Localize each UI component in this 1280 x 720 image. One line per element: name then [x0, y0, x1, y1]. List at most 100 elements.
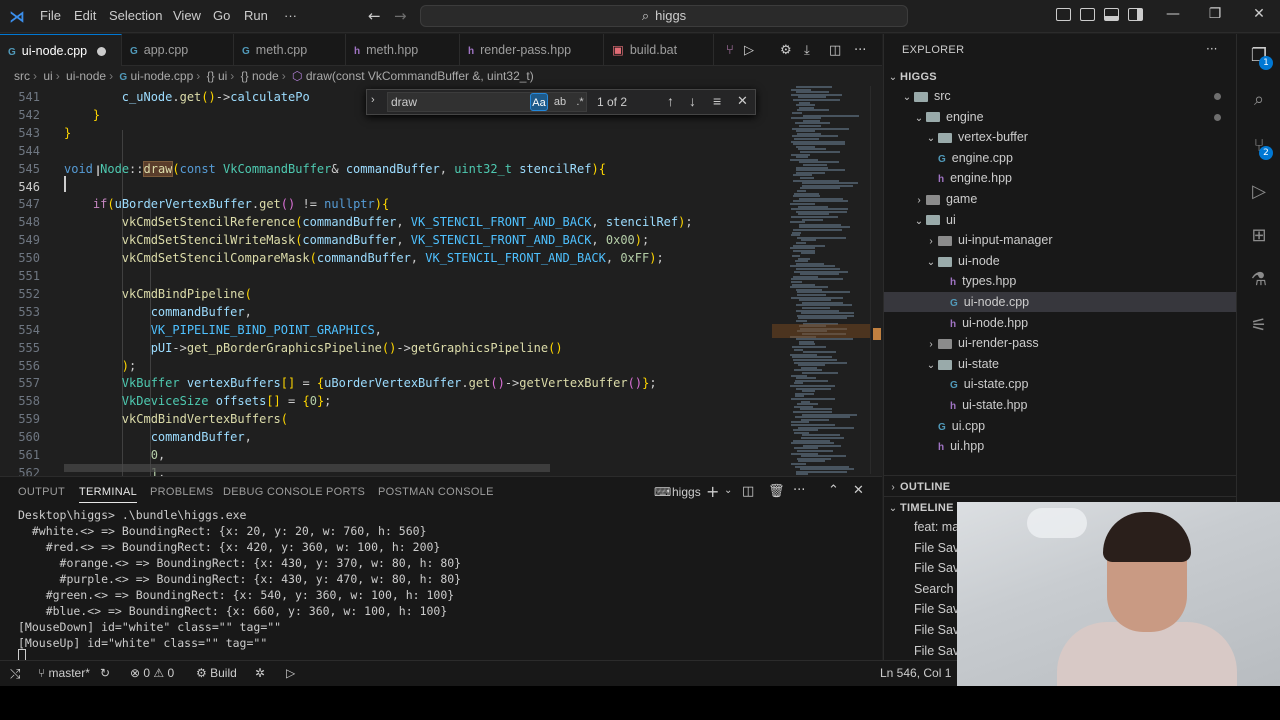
tab-ports[interactable]: PORTS [326, 486, 365, 498]
extensions-icon[interactable]: ⊞ [1247, 224, 1271, 248]
tree-item[interactable]: ⌄ engine [884, 107, 1237, 127]
next-match-icon[interactable]: ↓ [689, 93, 696, 109]
code-line[interactable]: 561 0, [0, 446, 770, 464]
tree-item[interactable]: ⌄ ui-state [884, 354, 1237, 374]
outline-section[interactable]: › OUTLINE [884, 475, 1237, 495]
tab-build-bat[interactable]: ▣ build.bat [604, 34, 714, 66]
find-in-selection-icon[interactable]: ≡ [713, 93, 721, 109]
tab-meth-hpp[interactable]: h meth.hpp [346, 34, 460, 66]
tree-item[interactable]: Gui-node.cpp [884, 292, 1237, 312]
cursor-position[interactable]: Ln 546, Col 1 [880, 666, 951, 680]
chevron-down-icon[interactable]: ⌄ [724, 485, 732, 496]
timeline-item[interactable]: File Save [884, 558, 966, 578]
terminal-name[interactable]: higgs [672, 485, 701, 499]
more-actions-icon[interactable]: ··· [1206, 42, 1217, 56]
timeline-item[interactable]: File Save [884, 641, 966, 661]
remote-icon[interactable]: ⤭ [10, 666, 20, 682]
code-line[interactable]: 546 [0, 178, 770, 196]
horizontal-scrollbar[interactable] [64, 464, 550, 472]
match-case-toggle[interactable]: Aa [530, 93, 548, 111]
tree-item[interactable]: ⌄ ui [884, 210, 1237, 230]
tree-item[interactable]: ⌄ src [884, 86, 1237, 106]
code-line[interactable]: 552 vkCmdBindPipeline( [0, 285, 770, 303]
tab-app-cpp[interactable]: Gapp.cpp [122, 34, 234, 66]
tree-item[interactable]: ⌄ vertex-buffer [884, 127, 1237, 147]
code-line[interactable]: 547 if(uBorderVertexBuffer.get() != null… [0, 195, 770, 213]
explorer-icon[interactable]: ❐ 1 [1247, 44, 1273, 70]
tree-item[interactable]: Gengine.cpp [884, 148, 1237, 168]
tab-postman-console[interactable]: POSTMAN CONSOLE [378, 486, 494, 498]
compare-icon[interactable]: ⑂ [726, 43, 734, 58]
menu-run[interactable]: Run [244, 8, 268, 23]
match-word-toggle[interactable]: ab [551, 93, 569, 111]
more-actions-icon[interactable]: ··· [793, 483, 805, 498]
tab-terminal[interactable]: TERMINAL [79, 486, 138, 503]
menu-go[interactable]: Go [213, 8, 230, 23]
tree-item[interactable]: Gui.cpp [884, 416, 1237, 436]
tree-item[interactable]: ⌄ ui-node [884, 251, 1237, 271]
toggle-panel-icon[interactable] [1104, 8, 1119, 21]
breadcrumb-item[interactable]: ui-node.cpp [131, 69, 194, 83]
tree-item[interactable]: h ui-state.hpp [884, 395, 1237, 415]
debug-icon[interactable]: ✲ [255, 666, 265, 680]
code-line[interactable]: 550 vkCmdSetStencilCompareMask(commandBu… [0, 249, 770, 267]
run-icon[interactable]: ▷ [286, 666, 295, 680]
minimap[interactable] [786, 86, 870, 476]
tab-render-pass-hpp[interactable]: h render-pass.hpp [460, 34, 604, 66]
timeline-item[interactable]: File Save [884, 538, 966, 558]
run-dropdown-icon[interactable]: ▷ [744, 43, 754, 58]
maximize-panel-icon[interactable]: ⌃ [828, 483, 839, 498]
chevron-right-icon[interactable]: › [371, 94, 375, 106]
menu-more[interactable]: ··· [284, 8, 297, 23]
code-line[interactable]: 548 vkCmdSetStencilReference(commandBuff… [0, 213, 770, 231]
download-icon[interactable]: ⤓ [804, 43, 810, 58]
tree-item[interactable]: › ui-input-manager [884, 230, 1237, 250]
code-line[interactable]: 558 VkDeviceSize offsets[] = {0}; [0, 392, 770, 410]
timeline-item[interactable]: File Save [884, 620, 966, 640]
breadcrumb-item[interactable]: src [14, 69, 30, 83]
tree-item[interactable]: Gui-state.cpp [884, 374, 1237, 394]
code-line[interactable]: 544 [0, 142, 770, 160]
toggle-primary-sidebar-icon[interactable] [1056, 8, 1071, 21]
back-arrow-icon[interactable]: ← [368, 7, 381, 25]
run-debug-icon[interactable]: ▷ [1247, 180, 1271, 204]
toggle-secondary-sidebar-icon[interactable] [1128, 8, 1143, 21]
code-line[interactable]: 556 ); [0, 357, 770, 375]
timeline-item[interactable]: Search a [884, 579, 964, 599]
workspace-root[interactable]: ⌄ HIGGS [884, 66, 1237, 86]
problems-indicator[interactable]: ⊗ 0 ⚠ 0 [130, 666, 174, 680]
code-line[interactable]: 557 VkBuffer vertexBuffers[] = {uBorderV… [0, 374, 770, 392]
tree-item[interactable]: › game [884, 189, 1237, 209]
code-line[interactable]: 553 commandBuffer, [0, 303, 770, 321]
previous-match-icon[interactable]: ↑ [667, 93, 674, 109]
postman-icon[interactable]: ⚟ [1247, 314, 1271, 338]
unsaved-dot-icon[interactable] [97, 47, 107, 57]
breadcrumb-item[interactable]: draw(const VkCommandBuffer &, uint32_t) [306, 69, 534, 83]
regex-toggle[interactable]: .* [571, 93, 589, 111]
tab-problems[interactable]: PROBLEMS [150, 486, 214, 498]
menu-edit[interactable]: Edit [74, 8, 96, 23]
code-line[interactable]: 554 VK_PIPELINE_BIND_POINT_GRAPHICS, [0, 321, 770, 339]
code-line[interactable]: 555 pUI->get_pBorderGraphicsPipeline()->… [0, 339, 770, 357]
sync-icon[interactable]: ↻ [100, 666, 110, 680]
code-line[interactable]: 545 void Node::draw(const VkCommandBuffer… [0, 160, 770, 178]
menu-view[interactable]: View [173, 8, 201, 23]
timeline-item[interactable]: feat: ma [884, 517, 959, 537]
build-button[interactable]: ⚙ Build [196, 666, 237, 680]
tab-output[interactable]: OUTPUT [18, 486, 65, 498]
menu-file[interactable]: File [40, 8, 61, 23]
tree-item[interactable]: h types.hpp [884, 271, 1237, 291]
split-editor-icon[interactable]: ◫ [829, 43, 841, 58]
command-center-search[interactable]: ⌕ higgs [420, 5, 908, 27]
code-editor[interactable]: I 541 c_uNode.get()->calculatePo 542 } 543… [0, 86, 882, 476]
gear-icon[interactable]: ⚙ [780, 43, 792, 58]
layout-icon[interactable] [1080, 8, 1095, 21]
forward-arrow-icon[interactable]: → [394, 7, 407, 25]
code-line[interactable]: 560 commandBuffer, [0, 428, 770, 446]
close-window-button[interactable]: ✕ [1236, 6, 1280, 22]
breadcrumb-item[interactable]: {} node [241, 69, 279, 83]
close-panel-icon[interactable]: ✕ [853, 483, 864, 498]
split-terminal-icon[interactable]: ◫ [742, 484, 754, 499]
new-terminal-icon[interactable]: + [706, 482, 719, 501]
minimize-button[interactable]: — [1150, 6, 1196, 22]
